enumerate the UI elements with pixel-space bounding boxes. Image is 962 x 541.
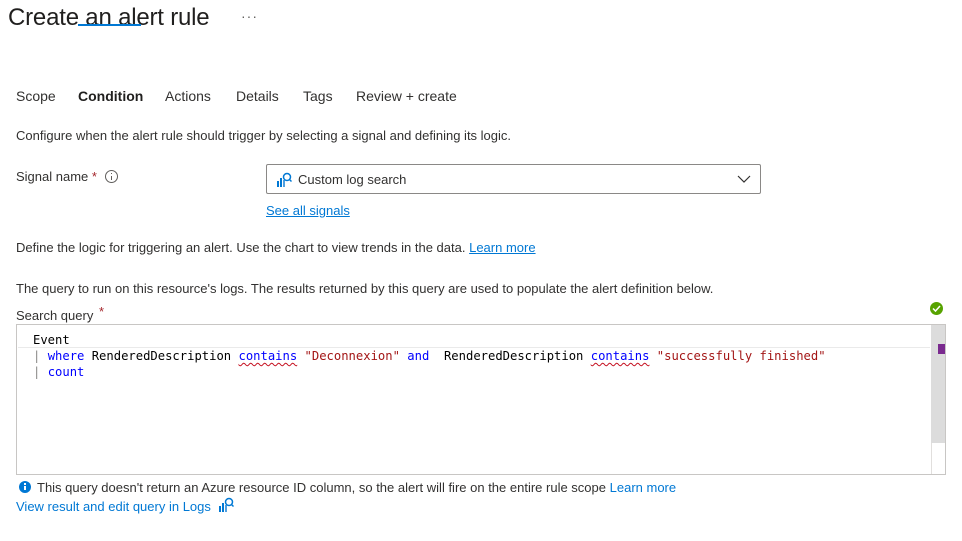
logic-text: Define the logic for triggering an alert…	[16, 240, 466, 255]
note-learn-more-link[interactable]: Learn more	[610, 480, 676, 495]
query-description: The query to run on this resource's logs…	[16, 281, 714, 296]
query-code: Event | where RenderedDescription contai…	[33, 332, 826, 380]
tab-scope[interactable]: Scope	[16, 88, 56, 104]
log-search-icon	[277, 172, 292, 187]
signal-name-dropdown[interactable]: Custom log search	[266, 164, 761, 194]
chevron-down-icon	[737, 175, 751, 183]
learn-more-link[interactable]: Learn more	[469, 240, 535, 255]
page-title: Create an alert rule	[8, 4, 210, 31]
tab-condition[interactable]: Condition	[78, 88, 143, 104]
required-mark: *	[91, 169, 97, 184]
search-query-editor[interactable]: Event | where RenderedDescription contai…	[16, 324, 946, 475]
required-mark: *	[98, 304, 105, 319]
signal-name-label: Signal name *	[16, 169, 97, 184]
editor-scrollbar[interactable]	[931, 325, 945, 443]
see-all-signals-link[interactable]: See all signals	[266, 203, 350, 218]
check-circle-icon	[930, 302, 943, 315]
resource-id-note: This query doesn't return an Azure resou…	[37, 480, 676, 495]
more-options-button[interactable]: ···	[241, 8, 258, 24]
search-query-label-text: Search query	[16, 308, 94, 323]
editor-scrollbar-lower	[931, 443, 945, 474]
info-icon[interactable]	[105, 170, 118, 183]
code-line-2: | where RenderedDescription contains "De…	[33, 349, 826, 363]
resource-id-note-text: This query doesn't return an Azure resou…	[37, 480, 606, 495]
signal-name-value: Custom log search	[298, 172, 407, 187]
tab-review-create[interactable]: Review + create	[356, 88, 457, 104]
signal-name-label-text: Signal name	[16, 169, 89, 184]
active-tab-indicator	[78, 24, 141, 26]
tab-tags[interactable]: Tags	[303, 88, 333, 104]
tab-details[interactable]: Details	[236, 88, 279, 104]
condition-intro: Configure when the alert rule should tri…	[16, 128, 512, 143]
code-line-1: Event	[33, 333, 70, 347]
logs-icon	[219, 497, 234, 512]
logic-description: Define the logic for triggering an alert…	[16, 240, 536, 255]
scrollbar-marker	[938, 344, 945, 354]
tab-actions[interactable]: Actions	[165, 88, 211, 104]
view-in-logs-link[interactable]: View result and edit query in Logs	[16, 499, 211, 514]
code-line-3: | count	[33, 365, 85, 379]
search-query-label: Search query *	[16, 304, 104, 323]
info-filled-icon	[19, 481, 31, 493]
